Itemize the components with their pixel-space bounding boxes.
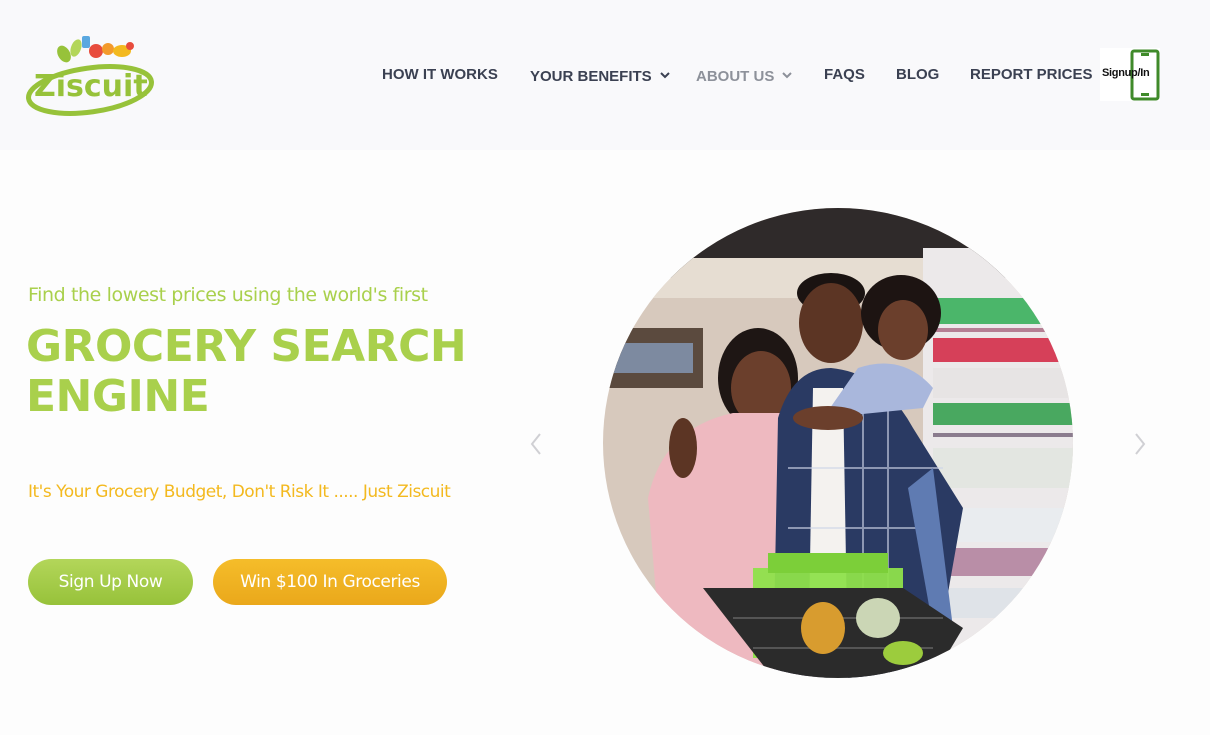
chevron-right-icon[interactable] [1133, 432, 1147, 460]
nav-faqs[interactable]: FAQS [824, 66, 865, 83]
signup-in-label: Signup/In [1102, 67, 1150, 79]
nav-your-benefits-label: YOUR BENEFITS [530, 68, 652, 85]
nav-about-us-label: ABOUT US [696, 68, 775, 85]
nav-your-benefits[interactable]: YOUR BENEFITS [530, 66, 670, 85]
nav-blog[interactable]: BLOG [896, 66, 939, 83]
chevron-down-icon [782, 66, 793, 83]
signup-in-button[interactable]: Signup/In [1100, 48, 1160, 101]
nav-how-it-works[interactable]: HOW IT WORKS [382, 66, 498, 83]
hero-title: GROCERY SEARCH ENGINE [26, 322, 546, 422]
site-header: Ziscuit HOW IT WORKS YOUR BENEFITS ABOUT… [0, 0, 1210, 150]
hero-title-line1: GROCERY SEARCH [26, 321, 467, 372]
hero-title-line2: ENGINE [26, 371, 210, 422]
chevron-down-icon [659, 66, 670, 83]
main-nav: HOW IT WORKS YOUR BENEFITS ABOUT US FAQS… [0, 66, 1210, 86]
hero-tagline: It's Your Grocery Budget, Don't Risk It … [28, 482, 451, 502]
family-grocery-photo [603, 208, 1073, 678]
nav-report-prices[interactable]: REPORT PRICES [970, 66, 1093, 83]
hero-subtitle: Find the lowest prices using the world's… [28, 284, 428, 306]
nav-about-us[interactable]: ABOUT US [696, 66, 793, 85]
win-groceries-button[interactable]: Win $100 In Groceries [213, 559, 447, 605]
chevron-left-icon[interactable] [529, 432, 543, 460]
sign-up-now-button[interactable]: Sign Up Now [28, 559, 193, 605]
hero-section: Find the lowest prices using the world's… [0, 150, 560, 735]
